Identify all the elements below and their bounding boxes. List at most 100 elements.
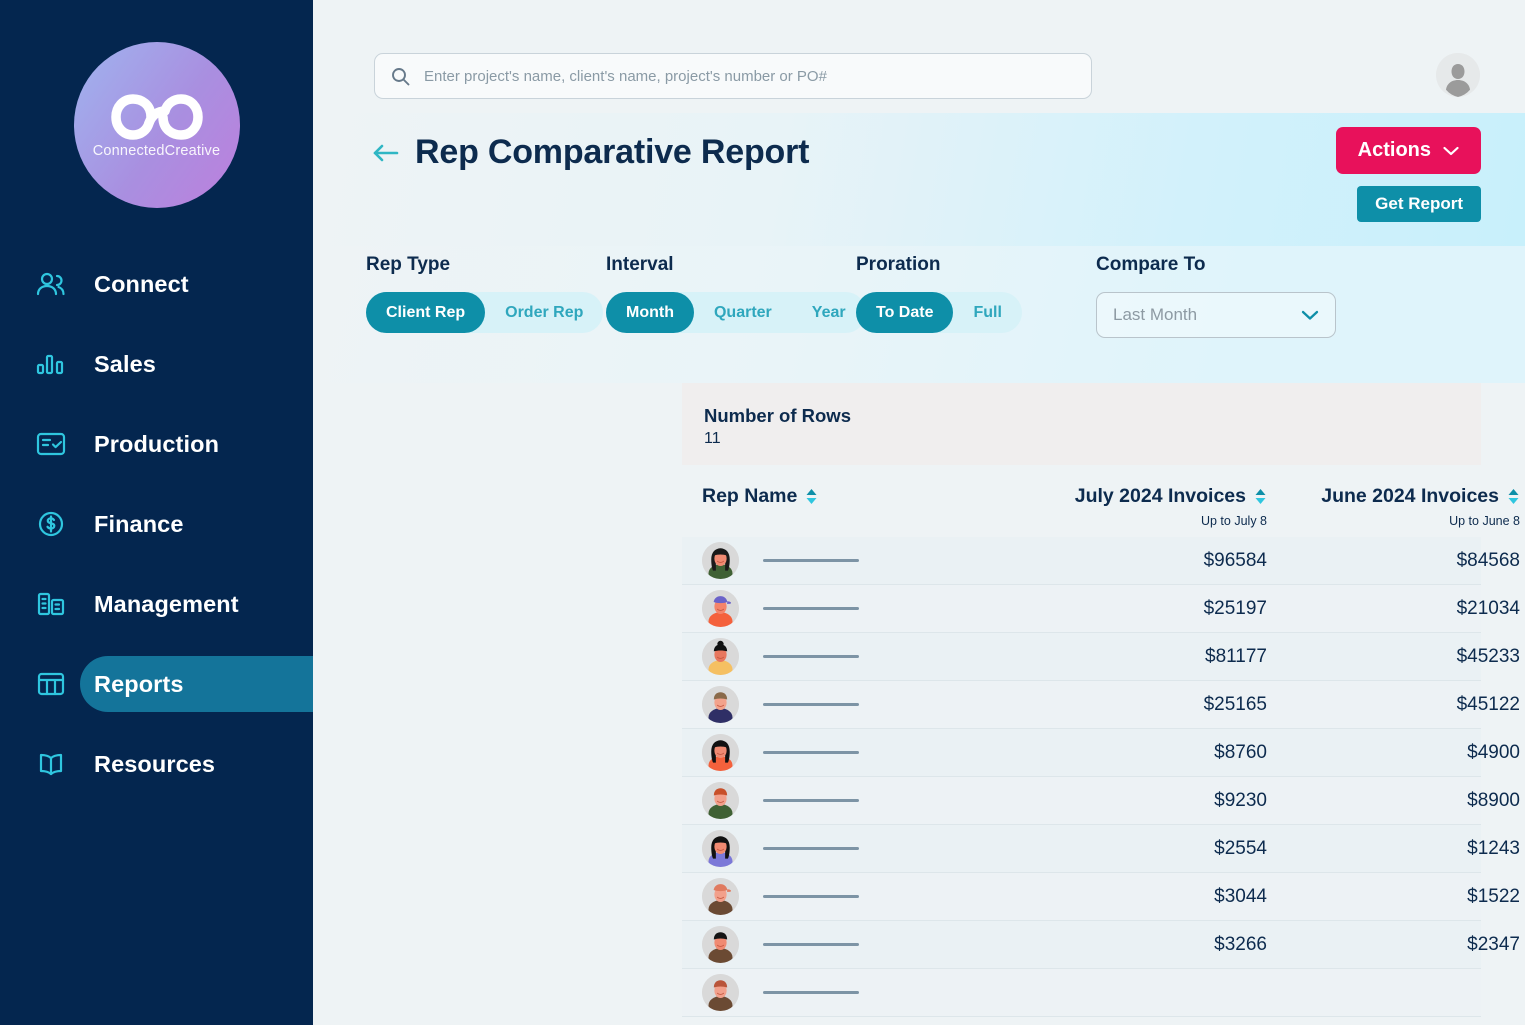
cell-change: $919: [1520, 934, 1525, 956]
table-row[interactable]: $9230 $8900 $330: [682, 777, 1520, 825]
table-row[interactable]: $25165 $45122 -$19957: [682, 681, 1520, 729]
sidebar-item-management[interactable]: Management: [0, 576, 313, 632]
column-header-rep-name[interactable]: Rep Name: [702, 485, 1052, 511]
sort-icon[interactable]: [1507, 488, 1520, 511]
get-report-label: Get Report: [1375, 194, 1463, 213]
app-logo: ConnectedCreative: [73, 42, 240, 208]
avatar-illustration-icon: [702, 590, 739, 627]
actions-button[interactable]: Actions: [1335, 127, 1481, 174]
rep-name-redacted: [763, 751, 859, 754]
cell-july-invoices: $2554: [1214, 837, 1267, 859]
table-row[interactable]: $3044 $1522 -$1522: [682, 873, 1520, 921]
cell-rep-name: [702, 638, 1052, 675]
interval-option-year[interactable]: Year: [792, 292, 866, 333]
table-row[interactable]: $2554 $1243 $1311: [682, 825, 1520, 873]
cell-rep-name: [702, 686, 1052, 723]
cell-june-invoices: $2347: [1467, 933, 1520, 955]
cell-rep-name: [702, 926, 1052, 963]
book-icon: [36, 751, 70, 777]
avatar-illustration-icon: [702, 782, 739, 819]
compare-to-select[interactable]: Last Month: [1096, 292, 1336, 338]
sidebar-item-label: Finance: [94, 510, 184, 537]
cell-rep-name: [702, 830, 1052, 867]
sidebar-item-reports[interactable]: Reports: [0, 656, 313, 712]
cell-change: $4163: [1520, 598, 1525, 620]
rep-type-option-client-rep[interactable]: Client Rep: [366, 292, 486, 333]
table-row[interactable]: $81177 $45233 $35944: [682, 633, 1520, 681]
cell-july-invoices: $8760: [1214, 741, 1267, 763]
arrow-left-icon[interactable]: [372, 142, 400, 164]
interval-option-month[interactable]: Month: [606, 292, 694, 333]
filter-proration: Proration To Date Full: [856, 254, 1096, 333]
cell-july-invoices: $96584: [1203, 549, 1267, 571]
avatar-illustration-icon: [702, 542, 739, 579]
column-subtitle: Up to July 8: [1200, 514, 1267, 528]
sort-icon[interactable]: [1254, 488, 1267, 511]
filter-rep-type: Rep Type Client Rep Order Rep: [366, 254, 606, 333]
cell-change: $12016: [1520, 550, 1525, 572]
avatar: [702, 734, 739, 771]
rep-name-redacted: [763, 943, 859, 946]
get-report-button[interactable]: Get Report: [1357, 186, 1481, 222]
column-label: Rep Name: [702, 485, 798, 507]
table-row[interactable]: $8760 $4900 $3860: [682, 729, 1520, 777]
page-title-row: Rep Comparative Report: [372, 133, 809, 172]
cell-june-invoices: $1522: [1467, 885, 1520, 907]
proration-option-full[interactable]: Full: [953, 292, 1021, 333]
avatar-illustration-icon: [702, 638, 739, 675]
avatar-illustration-icon: [702, 974, 739, 1011]
table-row[interactable]: $96584 $84568 $12016: [682, 537, 1520, 585]
avatar: [702, 638, 739, 675]
sidebar-item-label: Resources: [94, 750, 216, 777]
infinity-logo-icon: [110, 94, 203, 140]
avatar: [702, 782, 739, 819]
cell-rep-name: [702, 590, 1052, 627]
sidebar-item-connect[interactable]: Connect: [0, 256, 313, 312]
sidebar-item-production[interactable]: Production: [0, 416, 313, 472]
chevron-down-icon: [1301, 310, 1319, 320]
cell-july-invoices: $3266: [1214, 933, 1267, 955]
number-of-rows-value: 11: [704, 430, 721, 447]
cell-rep-name: [702, 974, 1052, 1011]
sidebar-item-label: Management: [94, 590, 239, 617]
cell-change: $1311: [1520, 838, 1525, 860]
page-title: Rep Comparative Report: [415, 133, 810, 171]
chevron-down-icon: [1443, 146, 1459, 155]
interval-option-quarter[interactable]: Quarter: [694, 292, 792, 333]
rep-name-redacted: [763, 655, 859, 658]
search-icon: [392, 67, 410, 85]
sidebar-item-sales[interactable]: Sales: [0, 336, 313, 392]
cell-rep-name: [702, 542, 1052, 579]
cell-june-invoices: $84568: [1456, 549, 1520, 571]
avatar-silhouette-icon: [1436, 53, 1480, 97]
avatar: [702, 830, 739, 867]
column-subtitle: Up to June 8: [1449, 514, 1520, 528]
column-header-change[interactable]: Change: [1520, 485, 1525, 511]
sort-icon[interactable]: [805, 488, 818, 511]
sidebar-item-resources[interactable]: Resources: [0, 736, 313, 792]
sidebar-item-label: Production: [94, 430, 220, 457]
avatar-illustration-icon: [702, 830, 739, 867]
cell-july-invoices: $9230: [1214, 789, 1267, 811]
table-row[interactable]: [682, 969, 1481, 1017]
checklist-icon: [36, 431, 70, 457]
column-header-june-invoices[interactable]: June 2024 Invoices Up to June 8: [1267, 485, 1520, 528]
user-avatar[interactable]: [1436, 53, 1480, 97]
sidebar-item-finance[interactable]: Finance: [0, 496, 313, 552]
search-input[interactable]: [424, 67, 1075, 85]
interval-segmented-control: Month Quarter Year: [606, 292, 866, 333]
cell-june-invoices: $21034: [1456, 597, 1520, 619]
proration-option-to-date[interactable]: To Date: [856, 292, 954, 333]
column-label: July 2024 Invoices: [1074, 485, 1246, 507]
cell-change: -$19957: [1520, 694, 1525, 716]
table-row[interactable]: $25197 $21034 $4163: [682, 585, 1520, 633]
bar-chart-icon: [36, 351, 70, 377]
column-label: June 2024 Invoices: [1321, 485, 1499, 507]
number-of-rows-panel: Number of Rows 11: [682, 383, 1481, 465]
search-box[interactable]: [374, 53, 1092, 99]
filter-compare-to: Compare To Last Month: [1096, 254, 1336, 338]
cell-change: $330: [1520, 790, 1525, 812]
column-header-july-invoices[interactable]: July 2024 Invoices Up to July 8: [1052, 485, 1267, 528]
table-row[interactable]: $3266 $2347 $919: [682, 921, 1520, 969]
rep-type-option-order-rep[interactable]: Order Rep: [485, 292, 603, 333]
